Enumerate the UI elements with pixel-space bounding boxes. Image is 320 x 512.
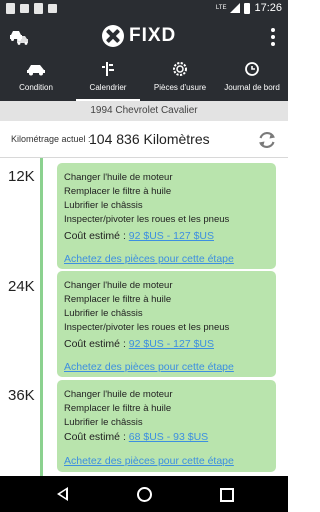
battery-icon bbox=[244, 2, 251, 14]
task-item: Lubrifier le châssis bbox=[64, 200, 143, 211]
wrench-icon bbox=[102, 62, 114, 76]
estimated-cost: Coût estimé : 68 $US - 93 $US bbox=[64, 431, 208, 443]
buy-parts-link[interactable]: Achetez des pièces pour cette étape bbox=[64, 361, 234, 373]
milestone-label: 36K bbox=[8, 387, 35, 404]
tab-label: Calendrier bbox=[89, 83, 127, 92]
tab-journal-de-bord[interactable]: Journal de bord bbox=[216, 56, 288, 101]
sd-card-icon bbox=[34, 3, 43, 14]
history-icon bbox=[245, 62, 259, 76]
estimated-cost: Coût estimé : 92 $US - 127 $US bbox=[64, 230, 214, 242]
home-icon[interactable] bbox=[137, 487, 152, 502]
fixd-logo-icon bbox=[102, 25, 124, 47]
vehicle-name: 1994 Chevrolet Cavalier bbox=[0, 101, 288, 121]
back-icon[interactable] bbox=[57, 487, 68, 501]
current-mileage: Kilométrage actuel : 104 836 Kilomètres bbox=[0, 121, 288, 158]
network-type: LTE bbox=[215, 5, 227, 11]
tab-condition[interactable]: Condition bbox=[0, 56, 72, 101]
task-item: Remplacer le filtre à huile bbox=[64, 294, 172, 305]
milestone-label: 12K bbox=[8, 168, 35, 185]
car-icon bbox=[27, 65, 45, 76]
tab-label: Condition bbox=[19, 83, 53, 92]
task-item: Inspecter/pivoter les roues et les pneus bbox=[64, 214, 230, 225]
app-bar: FIXD bbox=[0, 18, 288, 56]
app-logo: FIXD bbox=[102, 25, 176, 47]
maintenance-schedule: 12K Changer l'huile de moteur Remplacer … bbox=[0, 158, 288, 476]
signal-icon bbox=[230, 3, 241, 13]
app-name: FIXD bbox=[129, 25, 177, 46]
buy-parts-link[interactable]: Achetez des pièces pour cette étape bbox=[64, 253, 234, 265]
clock: 17:26 bbox=[254, 2, 282, 14]
tab-pieces-usure[interactable]: Pièces d'usure bbox=[144, 56, 216, 101]
task-item: Lubrifier le châssis bbox=[64, 308, 143, 319]
refresh-icon[interactable] bbox=[256, 129, 278, 151]
cost-link[interactable]: 92 $US - 127 $US bbox=[129, 338, 214, 350]
task-item: Remplacer le filtre à huile bbox=[64, 403, 172, 414]
tab-label: Journal de bord bbox=[224, 83, 280, 92]
maintenance-card[interactable]: Changer l'huile de moteur Remplacer le f… bbox=[57, 271, 276, 377]
cost-label: Coût estimé : bbox=[64, 230, 126, 242]
task-item: Lubrifier le châssis bbox=[64, 417, 143, 428]
tab-label: Pièces d'usure bbox=[153, 83, 207, 92]
mileage-value[interactable]: 104 836 Kilomètres bbox=[89, 131, 210, 147]
maintenance-card[interactable]: Changer l'huile de moteur Remplacer le f… bbox=[57, 380, 276, 472]
tab-calendrier[interactable]: Calendrier bbox=[72, 56, 144, 101]
estimated-cost: Coût estimé : 92 $US - 127 $US bbox=[64, 338, 214, 350]
notification-icons bbox=[6, 3, 57, 14]
milestone-label: 24K bbox=[8, 278, 35, 295]
tab-bar: Condition Calendrier Pièces d'usure Jour… bbox=[0, 56, 288, 101]
task-item: Remplacer le filtre à huile bbox=[64, 186, 172, 197]
cost-label: Coût estimé : bbox=[64, 338, 126, 350]
overflow-menu-icon[interactable] bbox=[270, 28, 276, 46]
notification-icon bbox=[20, 4, 29, 13]
status-bar: LTE 17:26 bbox=[0, 0, 288, 18]
switch-vehicle-icon[interactable] bbox=[9, 28, 29, 46]
maintenance-card[interactable]: Changer l'huile de moteur Remplacer le f… bbox=[57, 163, 276, 269]
cost-link[interactable]: 68 $US - 93 $US bbox=[129, 431, 208, 443]
gear-icon bbox=[173, 62, 187, 76]
navigation-bar bbox=[0, 476, 288, 512]
buy-parts-link[interactable]: Achetez des pièces pour cette étape bbox=[64, 455, 234, 467]
task-item: Changer l'huile de moteur bbox=[64, 389, 173, 400]
cost-link[interactable]: 92 $US - 127 $US bbox=[129, 230, 214, 242]
timeline-line bbox=[40, 158, 43, 476]
mileage-label: Kilométrage actuel : bbox=[11, 134, 91, 144]
recent-apps-icon[interactable] bbox=[220, 488, 234, 502]
cost-label: Coût estimé : bbox=[64, 431, 126, 443]
task-item: Inspecter/pivoter les roues et les pneus bbox=[64, 322, 230, 333]
task-item: Changer l'huile de moteur bbox=[64, 280, 173, 291]
task-item: Changer l'huile de moteur bbox=[64, 172, 173, 183]
notification-icon bbox=[6, 3, 15, 14]
notification-icon bbox=[48, 4, 57, 13]
